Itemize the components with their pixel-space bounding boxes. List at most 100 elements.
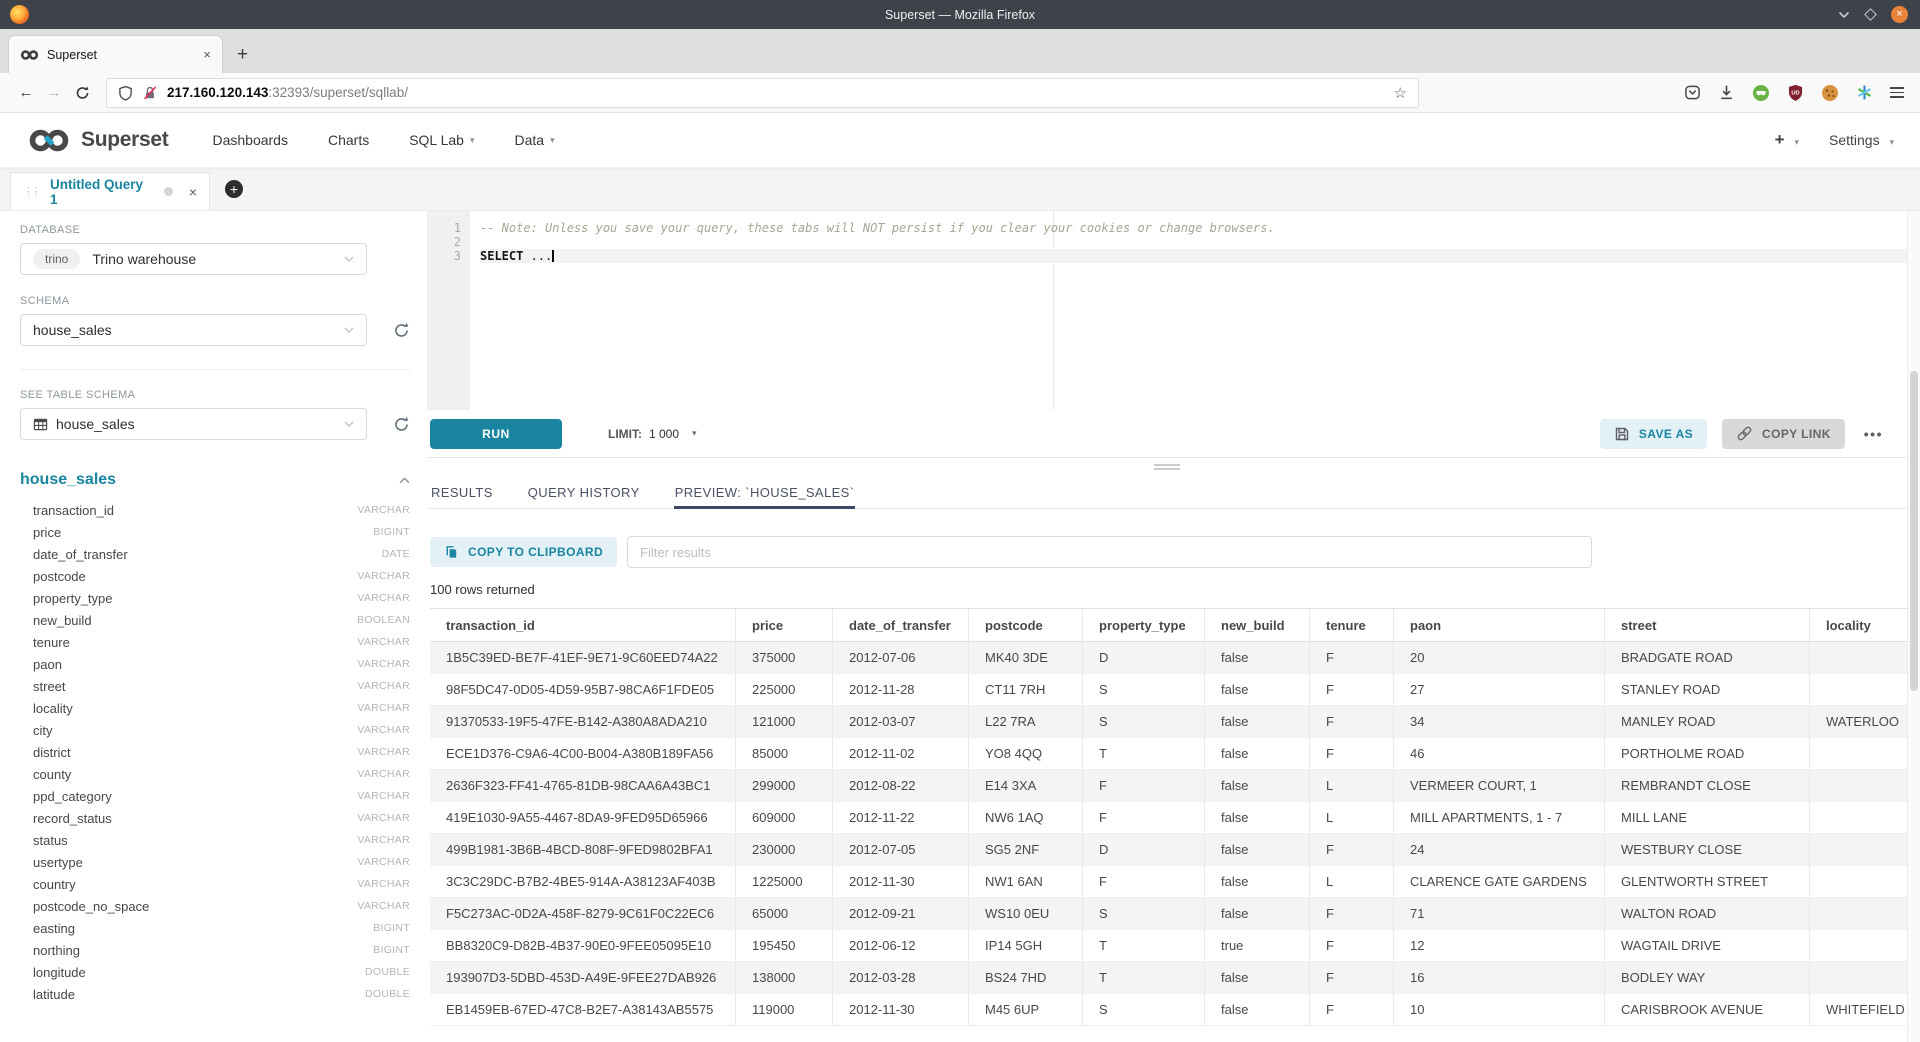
table-cell: 91370533-19F5-47FE-B142-A380A8ADA210 <box>430 706 735 737</box>
column-header-paon[interactable]: paon <box>1393 609 1604 641</box>
database-select[interactable]: trino Trino warehouse <box>20 243 367 275</box>
table-select[interactable]: house_sales <box>20 408 367 440</box>
mask-icon[interactable] <box>1752 84 1770 102</box>
nav-item-sql-lab[interactable]: SQL Lab▾ <box>409 132 474 148</box>
new-tab-button[interactable]: + <box>237 45 248 64</box>
tab-preview-house-sales[interactable]: PREVIEW: `HOUSE_SALES` <box>674 476 856 508</box>
sql-editor[interactable]: 123 -- Note: Unless you save your query,… <box>427 211 1907 410</box>
table-cell <box>1809 866 1907 897</box>
resize-handle-icon[interactable] <box>427 458 1907 476</box>
schema-column-price: priceBIGINT <box>20 521 410 543</box>
table-schema-title[interactable]: house_sales <box>20 471 116 489</box>
table-cell: WHITEFIELD <box>1809 994 1907 1025</box>
column-header-transaction-id[interactable]: transaction_id <box>430 609 735 641</box>
column-header-tenure[interactable]: tenure <box>1309 609 1393 641</box>
column-header-street[interactable]: street <box>1604 609 1809 641</box>
shield-icon[interactable] <box>118 85 133 101</box>
nav-item-label: SQL Lab <box>409 132 464 148</box>
browser-toolbar: ← → 217.160.120.143:32393/superset/sqlla… <box>0 73 1920 113</box>
drag-grip-icon[interactable]: ⋮⋮ <box>23 185 38 198</box>
scrollbar[interactable] <box>1907 211 1920 1042</box>
column-type: VARCHAR <box>357 636 410 648</box>
column-header-date-of-transfer[interactable]: date_of_transfer <box>832 609 968 641</box>
results-table-body: 1B5C39ED-BE7F-41EF-9E71-9C60EED74A223750… <box>430 642 1907 1026</box>
chevron-down-icon: ▾ <box>1889 137 1894 147</box>
table-cell: false <box>1204 674 1309 705</box>
table-cell: S <box>1082 674 1204 705</box>
table-cell: 27 <box>1393 674 1604 705</box>
save-as-button[interactable]: SAVE AS <box>1600 419 1707 449</box>
add-query-tab-button[interactable]: + <box>225 180 243 198</box>
refresh-schema-icon[interactable] <box>393 322 410 339</box>
tab-query-history[interactable]: QUERY HISTORY <box>527 476 641 508</box>
more-options-icon[interactable]: ••• <box>1864 426 1883 442</box>
close-tab-icon[interactable]: × <box>203 47 211 62</box>
table-row: 2636F323-FF41-4765-81DB-98CAA6A43BC12990… <box>430 770 1907 802</box>
column-type: BIGINT <box>373 944 410 956</box>
column-header-locality[interactable]: locality <box>1809 609 1907 641</box>
chevron-up-icon[interactable] <box>399 477 410 484</box>
pocket-icon[interactable] <box>1684 84 1701 101</box>
column-type: VARCHAR <box>357 856 410 868</box>
browser-tab[interactable]: Superset × <box>8 35 223 73</box>
scrollbar-thumb[interactable] <box>1910 371 1918 691</box>
close-query-tab-icon[interactable]: × <box>189 184 197 200</box>
column-header-postcode[interactable]: postcode <box>968 609 1082 641</box>
run-button[interactable]: RUN <box>430 419 562 449</box>
maximize-icon[interactable] <box>1864 8 1877 21</box>
minimize-icon[interactable] <box>1838 11 1850 19</box>
superset-logo[interactable]: Superset <box>26 127 168 154</box>
limit-control[interactable]: LIMIT: 1 000 ▾ <box>608 427 697 441</box>
nav-item-dashboards[interactable]: Dashboards <box>212 132 288 148</box>
download-icon[interactable] <box>1718 84 1735 101</box>
url-bar[interactable]: 217.160.120.143:32393/superset/sqllab/ ☆ <box>106 78 1419 108</box>
column-name: property_type <box>33 591 113 606</box>
schema-value: house_sales <box>33 322 112 338</box>
nav-item-charts[interactable]: Charts <box>328 132 369 148</box>
settings-menu[interactable]: Settings ▾ <box>1829 132 1894 148</box>
add-menu-button[interactable]: + ▾ <box>1775 130 1799 150</box>
lock-crossed-icon[interactable] <box>142 85 158 101</box>
close-window-icon[interactable]: × <box>1891 6 1908 23</box>
editor-gutter: 123 <box>427 211 470 410</box>
schema-column-ppd-category: ppd_categoryVARCHAR <box>20 785 410 807</box>
table-cell: 193907D3-5DBD-453D-A49E-9FEE27DAB926 <box>430 962 735 993</box>
table-cell: CT11 7RH <box>968 674 1082 705</box>
adblock-shield-icon[interactable]: UD <box>1787 84 1804 102</box>
refresh-table-icon[interactable] <box>393 416 410 433</box>
column-name: postcode <box>33 569 86 584</box>
results-tabs: RESULTS QUERY HISTORY PREVIEW: `HOUSE_SALE… <box>427 476 1907 509</box>
table-cell: T <box>1082 930 1204 961</box>
filter-results-input[interactable] <box>627 536 1592 568</box>
editor-code[interactable]: -- Note: Unless you save your query, the… <box>470 211 1907 410</box>
schema-column-country: countryVARCHAR <box>20 873 410 895</box>
nav-item-label: Data <box>514 132 544 148</box>
limit-label: LIMIT: <box>608 427 642 441</box>
bookmark-star-icon[interactable]: ☆ <box>1394 84 1407 102</box>
tab-results[interactable]: RESULTS <box>430 476 494 508</box>
table-cell: false <box>1204 866 1309 897</box>
query-tab[interactable]: ⋮⋮ Untitled Query 1 × <box>10 172 210 210</box>
url-text: 217.160.120.143:32393/superset/sqllab/ <box>167 85 408 100</box>
cookie-icon[interactable] <box>1821 84 1839 102</box>
menu-icon[interactable] <box>1890 85 1904 101</box>
table-cell: 1B5C39ED-BE7F-41EF-9E71-9C60EED74A22 <box>430 642 735 673</box>
table-cell: F <box>1309 834 1393 865</box>
back-icon[interactable]: ← <box>12 84 40 101</box>
column-header-property-type[interactable]: property_type <box>1082 609 1204 641</box>
schema-select[interactable]: house_sales <box>20 314 367 346</box>
column-header-price[interactable]: price <box>735 609 832 641</box>
asterisk-icon[interactable] <box>1856 84 1873 101</box>
sqllab-workpane: 123 -- Note: Unless you save your query,… <box>427 211 1907 1042</box>
column-header-new-build[interactable]: new_build <box>1204 609 1309 641</box>
reload-icon[interactable] <box>68 85 96 101</box>
table-row: EB1459EB-67ED-47C8-B2E7-A38143AB55751190… <box>430 994 1907 1026</box>
table-cell: 16 <box>1393 962 1604 993</box>
copy-link-button[interactable]: COPY LINK <box>1722 419 1845 449</box>
table-cell: F <box>1309 642 1393 673</box>
schema-column-latitude: latitudeDOUBLE <box>20 983 410 1005</box>
table-cell: YO8 4QQ <box>968 738 1082 769</box>
nav-item-data[interactable]: Data▾ <box>514 132 554 148</box>
table-cell: F <box>1309 994 1393 1025</box>
copy-to-clipboard-button[interactable]: COPY TO CLIPBOARD <box>430 537 617 567</box>
